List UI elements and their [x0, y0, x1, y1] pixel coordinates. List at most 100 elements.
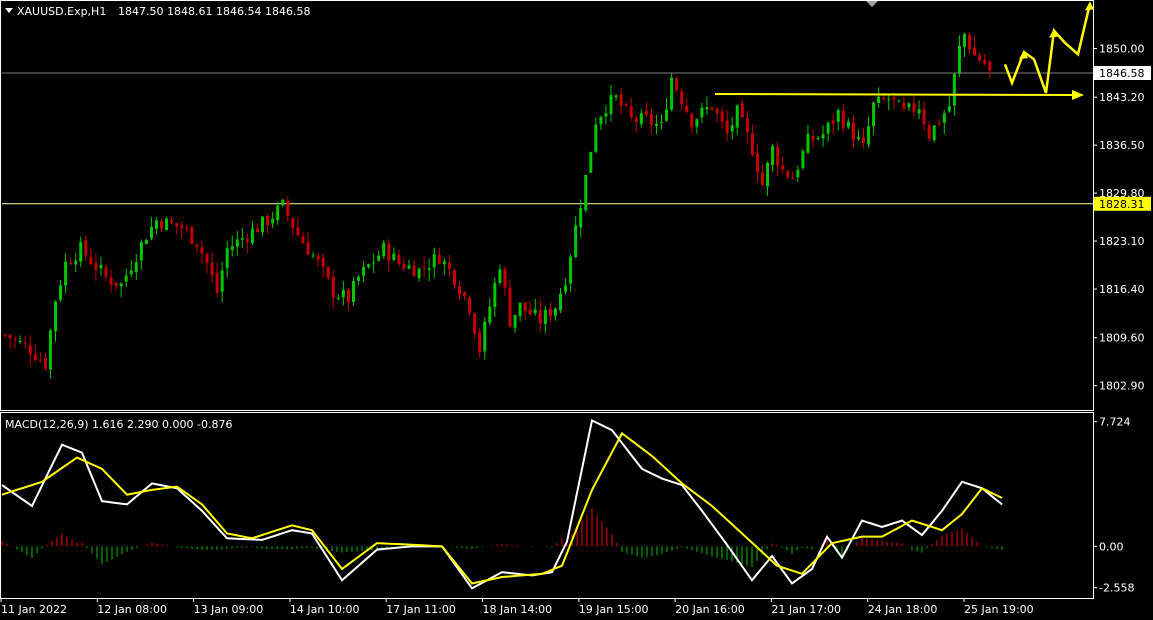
candle: [357, 275, 360, 286]
candle: [629, 97, 633, 122]
candle: [266, 213, 270, 234]
projection-arrow-head-icon: [1085, 1, 1094, 11]
candle: [195, 244, 199, 254]
candle: [43, 352, 47, 372]
time-tick-label: 17 Jan 11:00: [386, 603, 456, 616]
candle: [907, 102, 911, 111]
candle: [59, 279, 63, 303]
candle: [624, 101, 628, 108]
price-plot-area[interactable]: [2, 1, 1094, 379]
candle: [321, 253, 325, 278]
price-tick-label: 1850.00: [1099, 43, 1145, 56]
candle: [180, 221, 184, 239]
trading-chart[interactable]: XAUUSD.Exp,H1 1847.50 1848.61 1846.54 18…: [0, 0, 1153, 620]
candle: [402, 257, 406, 272]
candle: [109, 269, 113, 293]
candle: [695, 118, 699, 134]
candle: [74, 253, 78, 273]
time-tick-label: 24 Jan 18:00: [868, 603, 938, 616]
collapse-arrow-icon[interactable]: [5, 8, 13, 13]
price-tick-label: 1823.10: [1099, 235, 1145, 248]
candle: [584, 174, 588, 213]
candle: [483, 317, 487, 360]
projection-path-line[interactable]: [1003, 3, 1092, 94]
signal-line: [1, 431, 1003, 585]
candle: [553, 307, 557, 321]
resistance-arrow-head-icon: [1072, 90, 1084, 101]
candle: [983, 53, 987, 66]
candle: [730, 117, 734, 140]
macd-tick-label: 0.00: [1099, 540, 1124, 553]
candle: [755, 144, 759, 182]
candle: [392, 247, 396, 261]
candle: [271, 211, 275, 229]
candle: [766, 161, 770, 196]
candle: [937, 118, 941, 126]
candle: [831, 113, 835, 135]
candle: [220, 261, 224, 303]
candle: [856, 129, 860, 141]
resistance-arrow-line[interactable]: [714, 93, 1076, 97]
macd-indicator-title: MACD(12,26,9) 1.616 2.290 0.000 -0.876: [5, 418, 232, 431]
candle: [942, 110, 946, 135]
candle: [927, 121, 931, 142]
candle: [276, 201, 280, 225]
candle: [528, 301, 532, 316]
chart-shift-marker-icon[interactable]: [866, 1, 878, 7]
candle: [104, 263, 108, 281]
candle: [407, 259, 411, 270]
candle: [574, 215, 578, 259]
current-price-tag-label: 1846.58: [1099, 67, 1145, 80]
support-price-tag-label: 1828.31: [1099, 198, 1145, 211]
candle: [114, 282, 118, 291]
candle: [341, 280, 345, 306]
macd-tick-label: -2.558: [1099, 582, 1134, 595]
candle: [740, 100, 744, 119]
candle: [963, 32, 966, 57]
candle: [200, 241, 204, 264]
candle: [48, 328, 52, 379]
candle: [89, 248, 93, 266]
candle: [902, 97, 906, 112]
price-chart-title: XAUUSD.Exp,H1: [17, 5, 106, 18]
candle: [372, 253, 376, 274]
time-tick-label: 20 Jan 16:00: [675, 603, 745, 616]
candle: [786, 169, 790, 180]
candle: [311, 251, 315, 259]
candle: [422, 256, 426, 278]
candle: [665, 98, 669, 123]
candle: [533, 298, 537, 316]
candle: [478, 327, 482, 359]
time-tick-label: 13 Jan 09:00: [194, 603, 264, 616]
time-tick-label: 14 Jan 10:00: [290, 603, 360, 616]
candle: [417, 267, 421, 282]
candle: [99, 256, 103, 276]
candle: [215, 262, 219, 298]
candle: [988, 60, 992, 78]
candle: [28, 334, 32, 366]
candle: [867, 116, 871, 148]
candle: [351, 277, 355, 306]
price-tick-label: 1809.60: [1099, 332, 1145, 345]
candle: [781, 156, 785, 174]
candle: [957, 35, 961, 77]
candle: [245, 233, 249, 254]
macd-plot-area[interactable]: [1, 418, 1003, 590]
candle: [119, 282, 123, 298]
candle: [160, 218, 164, 233]
price-panel-frame: [0, 0, 1094, 411]
candle: [498, 264, 502, 286]
price-tick-label: 1816.40: [1099, 283, 1145, 296]
candle: [306, 232, 310, 256]
candle: [165, 216, 169, 231]
candle: [205, 252, 209, 274]
candle: [917, 100, 921, 120]
time-tick-label: 11 Jan 2022: [1, 603, 67, 616]
candle: [362, 260, 366, 282]
candle: [261, 216, 265, 237]
candle: [750, 124, 754, 157]
candle: [776, 141, 780, 176]
candle: [690, 112, 694, 134]
candle: [604, 105, 608, 125]
candle: [862, 128, 865, 148]
